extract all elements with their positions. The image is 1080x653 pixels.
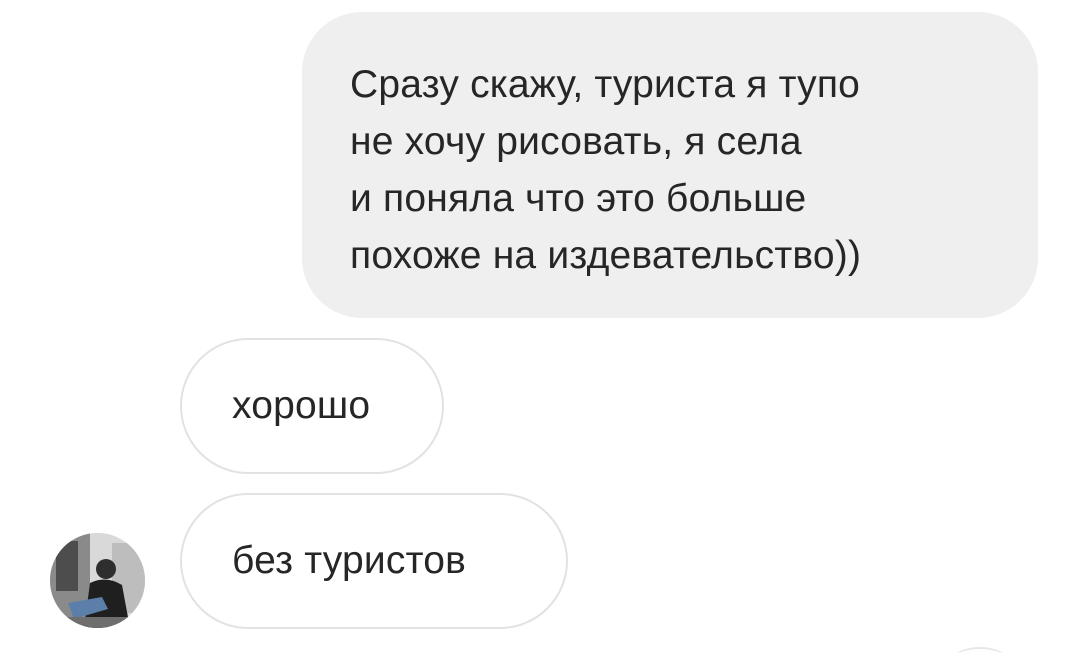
incoming-message-text: хорошо [232, 384, 371, 427]
outgoing-message-bubble[interactable]: Сразу скажу, туриста я тупо не хочу рисо… [302, 12, 1038, 318]
chat-thread: Сразу скажу, туриста я тупо не хочу рисо… [0, 0, 1080, 653]
contact-avatar-icon[interactable] [50, 533, 145, 628]
incoming-message-bubble[interactable]: без туристов [180, 493, 568, 629]
next-item-edge [955, 647, 1005, 653]
avatar-photo [50, 533, 145, 628]
incoming-message-bubble[interactable]: хорошо [180, 338, 444, 474]
outgoing-message-text: Сразу скажу, туриста я тупо не хочу рисо… [350, 63, 862, 277]
incoming-message-text: без туристов [232, 539, 467, 582]
